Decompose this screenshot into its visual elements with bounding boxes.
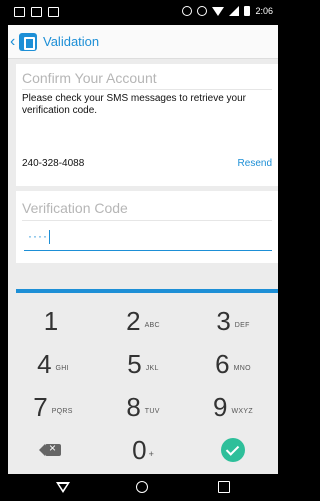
keyboard-accent-bar: [16, 289, 278, 293]
key-8[interactable]: 8 TUV: [98, 386, 188, 428]
verification-code-input[interactable]: ····: [24, 227, 272, 251]
key-letters: WXYZ: [231, 407, 253, 415]
key-digit: 6: [215, 348, 230, 379]
key-digit: 3: [216, 305, 231, 336]
key-0[interactable]: 0 +: [98, 429, 188, 471]
heading-divider: [22, 220, 272, 221]
key-1[interactable]: 1: [8, 300, 98, 342]
battery-icon: [244, 6, 251, 16]
notification-icons: [14, 7, 59, 17]
key-9[interactable]: 9 WXYZ: [188, 386, 278, 428]
confirm-account-card: Confirm Your Account Please check your S…: [16, 64, 278, 186]
phone-number: 240-328-4088: [22, 158, 85, 169]
key-digit: 2: [126, 305, 141, 336]
notification-icon: [14, 7, 25, 17]
key-4[interactable]: 4 GHI: [8, 343, 98, 385]
download-notification-icon: [48, 7, 59, 17]
key-letters: TUV: [144, 407, 160, 415]
resend-link[interactable]: Resend: [238, 158, 272, 169]
backspace-icon: [39, 441, 61, 456]
app-bar: ‹ Validation: [8, 25, 278, 59]
backspace-key[interactable]: [8, 429, 98, 471]
key-6[interactable]: 6 MNO: [188, 343, 278, 385]
done-key[interactable]: [188, 429, 278, 471]
key-letters: +: [148, 449, 154, 459]
key-3[interactable]: 3 DEF: [188, 300, 278, 342]
numeric-keypad: 1 2 ABC 3 DEF 4 GHI 5 JKL 6 MNO 7 PQRS 8 TUV 9W…: [8, 298, 278, 474]
key-letters: GHI: [55, 364, 69, 372]
key-2[interactable]: 2 ABC: [98, 300, 188, 342]
app-logo-icon[interactable]: [19, 32, 37, 51]
key-digit: 0: [132, 434, 147, 465]
verification-code-card: Verification Code ····: [16, 191, 278, 263]
sync-icon: [182, 6, 193, 16]
key-digit: 4: [37, 348, 52, 379]
navigation-bar: [8, 474, 278, 501]
confirm-account-heading: Confirm Your Account: [22, 70, 157, 86]
verification-code-heading: Verification Code: [22, 200, 128, 216]
key-letters: MNO: [233, 364, 251, 372]
key-5[interactable]: 5 JKL: [98, 343, 188, 385]
key-letters: JKL: [145, 364, 159, 372]
key-digit: 5: [127, 348, 142, 379]
status-bar: 2:06: [8, 0, 278, 25]
alarm-icon: [197, 6, 208, 16]
heading-divider: [22, 89, 272, 90]
key-7[interactable]: 7 PQRS: [8, 386, 98, 428]
sms-instruction-text: Please check your SMS messages to retrie…: [22, 93, 246, 116]
text-caret: [48, 229, 50, 244]
key-digit: 7: [33, 391, 48, 422]
nav-recents-icon[interactable]: [218, 481, 230, 493]
key-letters: ABC: [144, 321, 160, 329]
key-digit: 9: [213, 391, 228, 422]
phone-screen: 2:06 ‹ Validation Confirm Your Account P…: [8, 0, 278, 501]
system-icons: 2:06: [182, 6, 273, 16]
verification-code-value: ····: [28, 229, 50, 244]
signal-icon: [229, 6, 240, 16]
key-letters: DEF: [234, 321, 250, 329]
image-notification-icon: [31, 7, 42, 17]
key-letters: PQRS: [51, 407, 73, 415]
masked-code: ····: [28, 229, 48, 243]
nav-back-icon[interactable]: [56, 482, 70, 493]
nav-home-icon[interactable]: [136, 481, 148, 493]
page-title: Validation: [43, 34, 100, 49]
key-digit: 8: [126, 391, 141, 422]
key-digit: 1: [43, 305, 59, 336]
wifi-icon: [212, 6, 225, 16]
status-time: 2:06: [255, 6, 273, 16]
checkmark-icon: [221, 438, 245, 462]
chevron-left-icon[interactable]: ‹: [10, 33, 18, 50]
